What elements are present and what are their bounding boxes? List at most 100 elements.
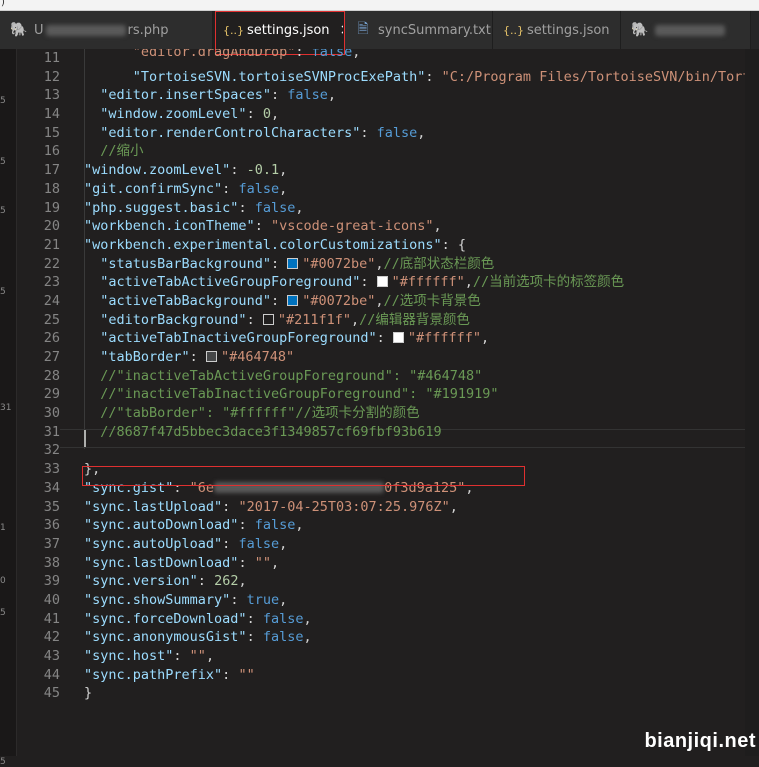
code-line: "workbench.experimental.colorCustomizati… [84, 236, 759, 255]
line-number: 15 [43, 124, 60, 141]
tab-users-php[interactable]: 🐘 U rs.php [0, 11, 213, 49]
code-line: "window.zoomLevel": -0.1, [84, 161, 759, 180]
code-token: 0 [262, 106, 271, 123]
code-token: "window.zoomLevel" [84, 162, 231, 179]
code-token: "php.suggest.basic" [84, 199, 239, 216]
code-token: false [254, 517, 296, 534]
color-swatch[interactable] [287, 294, 299, 306]
code-token: //缩小 [100, 143, 144, 160]
code-token: , [295, 517, 304, 534]
code-token: : [360, 124, 377, 141]
code-token: : [222, 666, 239, 683]
code-token: "#ffffff" [407, 330, 482, 347]
code-line: "editor.insertSpaces": false, [84, 86, 759, 105]
code-token: , [351, 311, 360, 328]
tab-sync-summary-txt[interactable]: 🗎 syncSummary.txt [344, 11, 493, 49]
editor-scrollbar[interactable] [745, 49, 759, 756]
code-token: false [262, 629, 304, 646]
code-token: "sync.forceDownload" [84, 610, 247, 627]
code-token: : [425, 68, 442, 85]
code-token: , [303, 610, 312, 627]
code-token: , [303, 629, 312, 646]
line-number: 33 [43, 461, 60, 478]
code-token: //"tabBorder": "#ffffff"//选项卡分割的颜色 [100, 405, 420, 422]
code-token: : [270, 255, 288, 272]
watermark: bianjiqi.net [644, 730, 756, 752]
color-swatch[interactable] [376, 276, 388, 288]
code-token: "sync.lastDownload" [84, 554, 239, 571]
tab-php-file[interactable]: 🐘 [621, 11, 751, 49]
line-number: 18 [43, 180, 60, 197]
gutter-mark: 0 [0, 576, 6, 586]
code-token: , [464, 274, 473, 291]
code-token: , [279, 535, 288, 552]
code-token: , [279, 591, 288, 608]
line-number: 14 [43, 106, 60, 123]
code-token: //8687f47d5bbec3dace3f1349857cf69fbf93b6… [100, 423, 442, 440]
code-token: //选项卡背景色 [383, 292, 481, 309]
code-line: "editor.renderControlCharacters": false, [84, 124, 759, 143]
gutter-mark: 5 [0, 287, 6, 297]
code-token: "sync.version" [84, 573, 198, 590]
code-token: -0.1 [246, 162, 280, 179]
code-token: "" [238, 666, 255, 683]
code-editor[interactable]: "editor.dragAndDrop": false, "TortoiseSV… [84, 49, 759, 703]
code-line: "sync.host": "", [84, 647, 759, 666]
gutter-mark: 5 [0, 96, 6, 106]
color-swatch[interactable] [287, 257, 299, 269]
code-token: : [254, 218, 271, 235]
code-token: "sync.showSummary" [84, 591, 231, 608]
tab-label: settings.json [527, 22, 610, 38]
tab-settings-json[interactable]: {..} settings.json [493, 11, 621, 49]
code-line: "sync.autoUpload": false, [84, 535, 759, 554]
color-swatch[interactable] [205, 351, 217, 362]
line-number: 29 [43, 386, 60, 403]
code-line: //"inactiveTabActiveGroupForeground": "#… [84, 367, 759, 386]
line-number: 24 [43, 292, 60, 309]
code-token: "activeTabActiveGroupForeground" [100, 274, 361, 291]
code-line: "sync.showSummary": true, [84, 591, 759, 610]
color-swatch[interactable] [392, 332, 404, 344]
php-elephant-icon: 🐘 [631, 22, 649, 38]
code-line: "activeTabInactiveGroupForeground": "#ff… [84, 329, 759, 348]
code-token: , [238, 573, 247, 590]
code-token: : [270, 87, 288, 104]
code-token: , [375, 255, 384, 272]
gutter-mark: 31 [0, 403, 12, 413]
code-token: "activeTabInactiveGroupForeground" [100, 330, 377, 347]
highlight-box-sync-gist [82, 466, 525, 486]
code-token: "git.confirmSync" [84, 180, 223, 197]
redacted-text [655, 24, 725, 36]
color-swatch[interactable] [262, 313, 274, 325]
code-line: "window.zoomLevel": 0, [84, 105, 759, 124]
code-token: : [173, 648, 190, 664]
code-token: "C:/Program Files/TortoiseSVN/bin/Tortoi [441, 68, 759, 85]
php-elephant-icon: 🐘 [10, 22, 28, 38]
code-line: "sync.anonymousGist": false, [84, 628, 759, 647]
code-token: : [222, 498, 239, 515]
code-token: "workbench.iconTheme" [84, 218, 255, 235]
code-line: "git.confirmSync": false, [84, 180, 759, 199]
code-line: "tabBorder": "#464748" [84, 348, 759, 367]
line-number: 20 [43, 218, 60, 235]
code-token: "editor.insertSpaces" [100, 87, 271, 104]
code-token: : [295, 49, 312, 60]
code-token: //编辑器背景颜色 [359, 311, 470, 328]
line-number: 45 [43, 685, 60, 702]
code-token: "" [254, 554, 271, 571]
code-line: "sync.forceDownload": false, [84, 610, 759, 629]
code-token: "" [189, 648, 206, 664]
gutter-mark: 1 [0, 523, 6, 533]
code-line: } [84, 684, 759, 703]
code-token: "workbench.experimental.colorCustomizati… [84, 236, 442, 253]
code-token: "sync.pathPrefix" [84, 666, 223, 683]
code-token: : [230, 162, 247, 179]
code-token: : [270, 292, 288, 309]
gutter-mark: 5 [0, 757, 6, 767]
line-number: 16 [43, 143, 60, 160]
code-token: //当前选项卡的标签颜色 [472, 274, 625, 291]
code-token: : [238, 199, 255, 216]
code-token: false [262, 610, 304, 627]
line-number: 30 [43, 405, 60, 422]
line-number: 13 [43, 87, 60, 104]
